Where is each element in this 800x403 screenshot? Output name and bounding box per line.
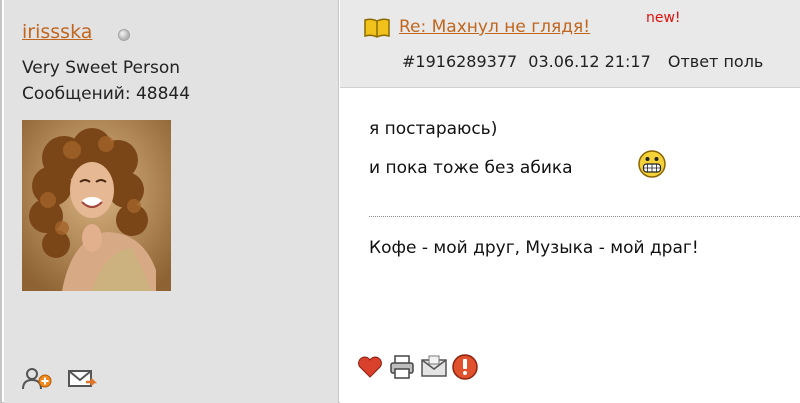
like-heart-icon[interactable] <box>356 353 384 381</box>
message-line: и пока тоже без абика <box>369 158 573 178</box>
avatar[interactable] <box>22 120 171 291</box>
message-body: я постараюсь) и пока тоже без абика Кофе… <box>340 89 800 403</box>
private-message-icon[interactable] <box>68 367 98 391</box>
message-id[interactable]: #1916289377 <box>402 52 517 71</box>
offline-status-icon <box>118 29 130 41</box>
username-link[interactable]: irissska <box>22 21 92 43</box>
user-info-column: irissska Very Sweet Person Сообщений: 48… <box>4 0 339 403</box>
message-line: я постараюсь) <box>369 119 498 139</box>
forum-post: irissska Very Sweet Person Сообщений: 48… <box>0 0 800 403</box>
user-rank-title: Very Sweet Person <box>22 58 181 78</box>
user-signature: Кофе - мой друг, Музыка - мой драг! <box>369 238 699 258</box>
user-post-count: Сообщений: 48844 <box>22 84 191 104</box>
report-icon[interactable] <box>451 353 479 381</box>
signature-separator <box>369 216 800 217</box>
print-icon[interactable] <box>388 353 416 381</box>
reply-to-user-link[interactable]: Ответ поль <box>668 52 764 71</box>
message-meta: #1916289377 03.06.12 21:17 Ответ поль <box>402 52 763 71</box>
add-friend-icon[interactable] <box>22 367 52 391</box>
email-icon[interactable] <box>420 353 448 381</box>
book-icon <box>364 17 390 39</box>
message-header: Re: Махнул не глядя! new! #1916289377 03… <box>340 0 800 88</box>
message-datetime: 03.06.12 21:17 <box>528 52 651 71</box>
avatar-image <box>22 120 171 291</box>
message-subject-link[interactable]: Re: Махнул не глядя! <box>399 17 590 37</box>
grinning-smiley-icon <box>637 149 667 179</box>
new-badge: new! <box>646 10 681 26</box>
